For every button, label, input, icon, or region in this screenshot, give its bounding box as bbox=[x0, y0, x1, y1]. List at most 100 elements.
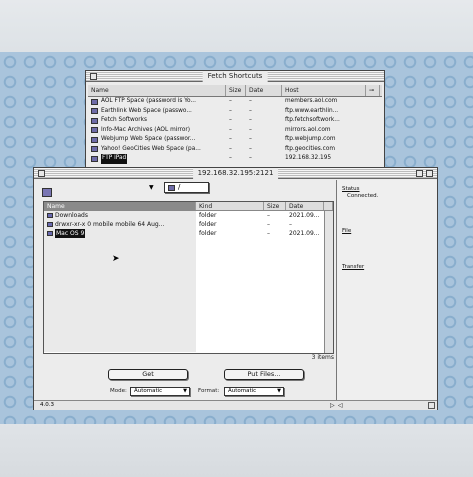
file-name-text: Mac OS 9 bbox=[55, 229, 86, 238]
file-kind: folder bbox=[199, 230, 217, 237]
top-margin bbox=[0, 0, 473, 52]
status-value: Connected. bbox=[347, 193, 379, 199]
file-size: – bbox=[267, 221, 270, 228]
shortcut-size: – bbox=[229, 107, 232, 114]
shortcut-name: Info-Mac Archives (AOL mirror) bbox=[88, 126, 226, 136]
resize-handle-icon[interactable] bbox=[428, 402, 435, 409]
vertical-scrollbar[interactable] bbox=[324, 211, 333, 353]
shortcut-row[interactable]: Info-Mac Archives (AOL mirror) – – mirrors.… bbox=[88, 126, 382, 136]
arrow-right-icon[interactable]: ▷ bbox=[330, 401, 335, 410]
shortcut-size: – bbox=[229, 155, 232, 161]
key-icon[interactable]: ⊸ bbox=[366, 85, 380, 96]
shortcut-name-text: Yahoo! GeoCities Web Space (pa... bbox=[101, 145, 201, 152]
mode-select[interactable]: Automatic ▼ bbox=[130, 387, 190, 396]
bottom-margin bbox=[0, 424, 473, 477]
col-size[interactable]: Size bbox=[264, 202, 286, 210]
file-name-text: Downloads bbox=[55, 212, 88, 219]
col-size[interactable]: Size bbox=[226, 85, 246, 96]
file-name: drwxr-xr-x 0 mobile mobile 64 Aug... bbox=[44, 220, 196, 229]
format-label: Format: bbox=[198, 388, 220, 394]
shortcut-name: Webjump Web Space (passwor... bbox=[88, 135, 226, 145]
file-date: – bbox=[289, 221, 292, 228]
shortcut-date: – bbox=[249, 98, 252, 104]
server-icon bbox=[91, 146, 98, 153]
shortcut-host: members.aol.com bbox=[285, 98, 338, 104]
close-box-icon[interactable] bbox=[90, 73, 97, 80]
collapse-box-icon[interactable] bbox=[426, 170, 433, 177]
file-list[interactable]: Name Kind Size Date Downloads folder – 2021… bbox=[43, 201, 334, 354]
shortcut-name: Fetch Softworks bbox=[88, 116, 226, 126]
server-icon bbox=[91, 98, 98, 105]
server-icon[interactable] bbox=[42, 188, 52, 197]
folder-icon bbox=[47, 231, 53, 236]
sort-order-icon[interactable] bbox=[324, 202, 333, 210]
folder-icon bbox=[47, 213, 53, 218]
shortcut-host: ftp.geocities.com bbox=[285, 145, 336, 152]
col-date[interactable]: Date bbox=[246, 85, 282, 96]
shortcut-row[interactable]: FTP iPad – – 192.168.32.195 bbox=[88, 154, 382, 164]
shortcut-size: – bbox=[229, 136, 232, 142]
shortcut-name-text: AOL FTP Space (password is Yo... bbox=[101, 98, 196, 104]
shortcut-row[interactable]: Fetch Softworks – – ftp.fetchsoftwork... bbox=[88, 116, 382, 126]
shortcuts-header: Name Size Date Host ⊸ bbox=[88, 85, 382, 97]
items-count: 3 items bbox=[311, 354, 334, 361]
toolbar: ▼ / bbox=[34, 180, 335, 198]
server-icon bbox=[91, 127, 98, 134]
shortcut-name-text: Earthlink Web Space (passwo... bbox=[101, 107, 192, 114]
mode-value: Automatic bbox=[134, 388, 163, 394]
file-row[interactable]: drwxr-xr-x 0 mobile mobile 64 Aug... fold… bbox=[44, 220, 333, 229]
format-select[interactable]: Automatic ▼ bbox=[224, 387, 284, 396]
arrow-left-icon[interactable]: ◁ bbox=[338, 401, 343, 410]
shortcuts-titlebar[interactable]: Fetch Shortcuts bbox=[86, 71, 384, 82]
fetch-shortcuts-window[interactable]: Fetch Shortcuts Name Size Date Host ⊸ AO… bbox=[85, 70, 385, 172]
get-button[interactable]: Get bbox=[108, 369, 188, 380]
file-date: 2021.09... bbox=[289, 230, 320, 237]
shortcut-size: – bbox=[229, 126, 232, 133]
file-size: – bbox=[267, 230, 270, 237]
file-row[interactable]: Downloads folder – 2021.09... bbox=[44, 211, 333, 220]
chevron-down-icon: ▼ bbox=[277, 388, 281, 394]
status-bar: 4.0.3 ▷ ◁ bbox=[34, 400, 437, 410]
status-label: Status bbox=[342, 186, 360, 192]
col-kind[interactable]: Kind bbox=[196, 202, 264, 210]
server-icon bbox=[91, 136, 98, 143]
shortcut-row[interactable]: Earthlink Web Space (passwo... – – ftp.www.… bbox=[88, 107, 382, 117]
folder-icon bbox=[168, 184, 175, 191]
shortcut-row[interactable]: Yahoo! GeoCities Web Space (pa... – – ftp.g… bbox=[88, 145, 382, 155]
shortcut-host: 192.168.32.195 bbox=[285, 155, 332, 161]
mouse-pointer-icon: ➤ bbox=[112, 254, 120, 264]
close-box-icon[interactable] bbox=[38, 170, 45, 177]
zoom-box-icon[interactable] bbox=[416, 170, 423, 177]
status-panel: Status Connected. File Transfer bbox=[336, 180, 437, 400]
file-kind: folder bbox=[199, 212, 217, 219]
folder-icon bbox=[47, 222, 53, 227]
shortcut-size: – bbox=[229, 98, 232, 104]
version-text: 4.0.3 bbox=[40, 402, 54, 408]
popup-arrow-icon: ▼ bbox=[149, 184, 154, 191]
server-icon bbox=[91, 117, 98, 124]
ftp-window[interactable]: 192.168.32.195:2121 ▼ / Name Kind Size D… bbox=[33, 167, 438, 410]
file-row[interactable]: Mac OS 9 folder – 2021.09... bbox=[44, 229, 333, 238]
shortcut-row[interactable]: AOL FTP Space (password is Yo... – – member… bbox=[88, 97, 382, 107]
col-host[interactable]: Host bbox=[282, 85, 366, 96]
shortcut-date: – bbox=[249, 107, 252, 114]
shortcut-name-text: Webjump Web Space (passwor... bbox=[101, 136, 196, 142]
file-rows: Downloads folder –2021.09... drwxr-xr-x 0 m… bbox=[44, 211, 333, 238]
col-name[interactable]: Name bbox=[44, 202, 196, 210]
shortcut-date: – bbox=[249, 126, 252, 133]
shortcut-name: Earthlink Web Space (passwo... bbox=[88, 107, 226, 117]
file-date: 2021.09... bbox=[289, 212, 320, 219]
file-name-text: drwxr-xr-x 0 mobile mobile 64 Aug... bbox=[55, 221, 165, 228]
col-name[interactable]: Name bbox=[88, 85, 226, 96]
server-icon bbox=[91, 155, 98, 162]
path-popup[interactable]: ▼ / bbox=[149, 182, 209, 193]
shortcut-name: AOL FTP Space (password is Yo... bbox=[88, 97, 226, 107]
col-date[interactable]: Date bbox=[286, 202, 324, 210]
shortcut-row[interactable]: Webjump Web Space (passwor... – – ftp.webju… bbox=[88, 135, 382, 145]
shortcut-name-text: Fetch Softworks bbox=[101, 117, 148, 123]
file-list-header: Name Kind Size Date bbox=[44, 202, 333, 211]
ftp-titlebar[interactable]: 192.168.32.195:2121 bbox=[34, 168, 437, 179]
shortcut-date: – bbox=[249, 136, 252, 142]
shortcut-date: – bbox=[249, 155, 252, 161]
put-files-button[interactable]: Put Files... bbox=[224, 369, 304, 380]
